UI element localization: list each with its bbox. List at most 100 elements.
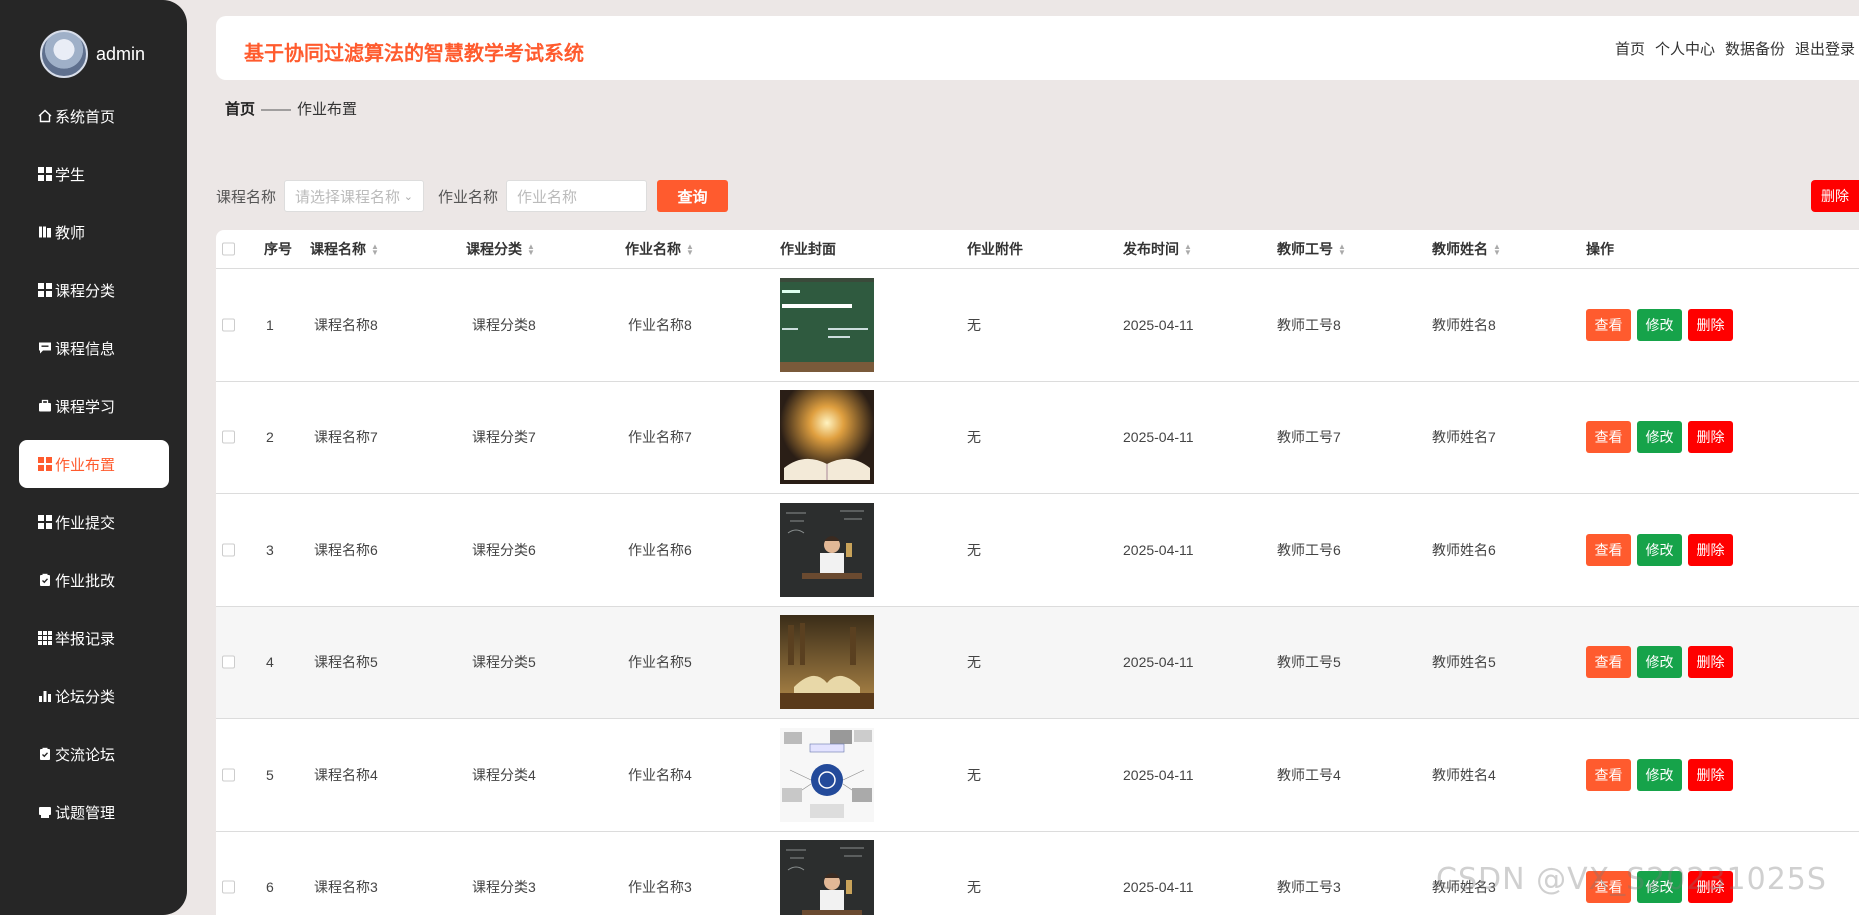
header-link-backup[interactable]: 数据备份 bbox=[1725, 38, 1785, 59]
table-header: 序号 课程名称 ▲ ▼ 课程分类 ▲ ▼ 作业名称 ▲ ▼ 作业封面 作业附件 发布时间 ▲ ▼… bbox=[216, 230, 1859, 268]
cell-homework: 作业名称6 bbox=[628, 541, 692, 558]
cell-category: 课程分类4 bbox=[472, 766, 536, 783]
row-checkbox[interactable] bbox=[222, 768, 235, 782]
header-date[interactable]: 发布时间 ▲ ▼ bbox=[1123, 239, 1192, 259]
bar-chart-icon bbox=[37, 688, 53, 704]
sort-icon[interactable]: ▲ ▼ bbox=[371, 243, 379, 257]
query-button[interactable]: 查询 bbox=[657, 180, 729, 212]
cell-teacher-name: 教师姓名7 bbox=[1432, 429, 1496, 446]
header-homework-label: 作业名称 bbox=[625, 241, 681, 257]
edit-button[interactable]: 修改 bbox=[1637, 758, 1682, 791]
user-profile[interactable]: admin bbox=[40, 30, 145, 78]
row-checkbox[interactable] bbox=[222, 880, 235, 894]
homework-cover-image[interactable] bbox=[780, 615, 874, 710]
cell-no: 4 bbox=[266, 654, 274, 671]
delete-button[interactable]: 删除 bbox=[1688, 758, 1733, 791]
edit-button[interactable]: 修改 bbox=[1637, 646, 1682, 679]
avatar[interactable] bbox=[40, 30, 88, 78]
sort-icon[interactable]: ▲ ▼ bbox=[1493, 243, 1501, 257]
edit-button[interactable]: 修改 bbox=[1637, 421, 1682, 454]
homework-cover-image[interactable] bbox=[780, 277, 874, 372]
row-actions: 查看 修改 删除 bbox=[1586, 758, 1733, 791]
row-checkbox[interactable] bbox=[222, 655, 235, 669]
sidebar-item-label: 课程分类 bbox=[55, 282, 116, 300]
sort-icon[interactable]: ▲ ▼ bbox=[686, 243, 694, 257]
header-category-label: 课程分类 bbox=[466, 241, 522, 257]
sidebar-item-7[interactable]: 作业提交 bbox=[19, 498, 169, 546]
header-homework[interactable]: 作业名称 ▲ ▼ bbox=[625, 239, 694, 259]
table-row[interactable]: 1 课程名称8 课程分类8 作业名称8 无 2025-04-11 教师工号8 教师姓名8 查看修… bbox=[216, 268, 1859, 381]
cell-date: 2025-04-11 bbox=[1123, 316, 1194, 333]
table-row[interactable]: 3 课程名称6 课程分类6 作业名称6 无 2025-04-11 教师工号6 教师姓名6 查看修… bbox=[216, 493, 1859, 606]
header-link-logout[interactable]: 退出登录 bbox=[1795, 38, 1855, 59]
table-row[interactable]: 5 课程名称4 课程分类4 作业名称4 无 2025-04-11 教师工号4 教师姓名4 查看修… bbox=[216, 718, 1859, 831]
edit-button[interactable]: 修改 bbox=[1637, 533, 1682, 566]
header-teacher-name[interactable]: 教师姓名 ▲ ▼ bbox=[1432, 239, 1501, 259]
header-teacher-id[interactable]: 教师工号 ▲ ▼ bbox=[1277, 239, 1346, 259]
sidebar-item-8[interactable]: 作业批改 bbox=[19, 556, 169, 604]
course-name-select[interactable]: 请选择课程名称 ⌄ bbox=[284, 180, 425, 212]
cell-course: 课程名称7 bbox=[314, 429, 378, 446]
table-row[interactable]: 4 课程名称5 课程分类5 作业名称5 无 2025-04-11 教师工号5 教师姓名5 查看修… bbox=[216, 605, 1859, 718]
cell-course: 课程名称3 bbox=[314, 879, 378, 896]
batch-delete-button[interactable]: 删除 bbox=[1811, 180, 1859, 212]
sidebar-item-label: 课程信息 bbox=[55, 340, 116, 358]
cell-category: 课程分类3 bbox=[472, 879, 536, 896]
row-checkbox[interactable] bbox=[222, 318, 235, 332]
header-category[interactable]: 课程分类 ▲ ▼ bbox=[466, 239, 535, 259]
sidebar-item-2[interactable]: 教师 bbox=[19, 208, 169, 256]
homework-cover-image[interactable] bbox=[780, 840, 874, 915]
view-button[interactable]: 查看 bbox=[1586, 758, 1631, 791]
select-all-checkbox[interactable] bbox=[222, 242, 235, 256]
clipboard-icon bbox=[37, 746, 53, 762]
cell-attachment: 无 bbox=[967, 879, 981, 896]
edit-button[interactable]: 修改 bbox=[1637, 308, 1682, 341]
homework-cover-image[interactable] bbox=[780, 390, 874, 485]
homework-name-input[interactable]: 作业名称 bbox=[506, 180, 648, 212]
row-checkbox[interactable] bbox=[222, 543, 235, 557]
row-actions: 查看 修改 删除 bbox=[1586, 308, 1733, 341]
homework-cover-image[interactable] bbox=[780, 502, 874, 597]
cell-course: 课程名称6 bbox=[314, 541, 378, 558]
sidebar-item-5[interactable]: 课程学习 bbox=[19, 382, 169, 430]
homework-cover-image[interactable] bbox=[780, 727, 874, 822]
sidebar-item-0[interactable]: 系统首页 bbox=[19, 92, 169, 140]
header-link-profile[interactable]: 个人中心 bbox=[1655, 38, 1715, 59]
sort-icon[interactable]: ▲ ▼ bbox=[1338, 243, 1346, 257]
cell-category: 课程分类6 bbox=[472, 541, 536, 558]
grid-icon bbox=[37, 282, 53, 298]
view-button[interactable]: 查看 bbox=[1586, 533, 1631, 566]
username: admin bbox=[96, 43, 146, 64]
sidebar-item-9[interactable]: 举报记录 bbox=[19, 614, 169, 662]
breadcrumb-home[interactable]: 首页 bbox=[225, 101, 255, 118]
clipboard-icon bbox=[37, 572, 53, 588]
cell-teacher-name: 教师姓名4 bbox=[1432, 766, 1496, 783]
header-link-home[interactable]: 首页 bbox=[1615, 38, 1645, 59]
sort-icon[interactable]: ▲ ▼ bbox=[1184, 243, 1192, 257]
delete-button[interactable]: 删除 bbox=[1688, 421, 1733, 454]
cell-attachment: 无 bbox=[967, 541, 981, 558]
header-date-label: 发布时间 bbox=[1123, 241, 1179, 257]
sidebar-item-1[interactable]: 学生 bbox=[19, 150, 169, 198]
sidebar-item-3[interactable]: 课程分类 bbox=[19, 266, 169, 314]
sidebar-item-11[interactable]: 交流论坛 bbox=[19, 730, 169, 778]
header-course[interactable]: 课程名称 ▲ ▼ bbox=[310, 239, 379, 259]
sidebar-item-4[interactable]: 课程信息 bbox=[19, 324, 169, 372]
delete-button[interactable]: 删除 bbox=[1688, 308, 1733, 341]
course-name-label: 课程名称 bbox=[216, 188, 277, 206]
delete-button[interactable]: 删除 bbox=[1688, 646, 1733, 679]
sidebar-item-10[interactable]: 论坛分类 bbox=[19, 672, 169, 720]
homework-name-label: 作业名称 bbox=[438, 188, 499, 206]
view-button[interactable]: 查看 bbox=[1586, 308, 1631, 341]
sidebar-item-label: 课程学习 bbox=[55, 398, 116, 416]
sidebar-item-6[interactable]: 作业布置 bbox=[19, 440, 169, 488]
view-button[interactable]: 查看 bbox=[1586, 646, 1631, 679]
sidebar-item-label: 作业批改 bbox=[55, 572, 116, 590]
sidebar-item-12[interactable]: 试题管理 bbox=[19, 788, 169, 836]
sort-icon[interactable]: ▲ ▼ bbox=[527, 243, 535, 257]
view-button[interactable]: 查看 bbox=[1586, 421, 1631, 454]
table-row[interactable]: 2 课程名称7 课程分类7 作业名称7 无 2025-04-11 教师工号7 教师姓名7 查看修… bbox=[216, 380, 1859, 494]
cell-teacher-id: 教师工号4 bbox=[1277, 766, 1341, 783]
delete-button[interactable]: 删除 bbox=[1688, 533, 1733, 566]
row-checkbox[interactable] bbox=[222, 430, 235, 444]
